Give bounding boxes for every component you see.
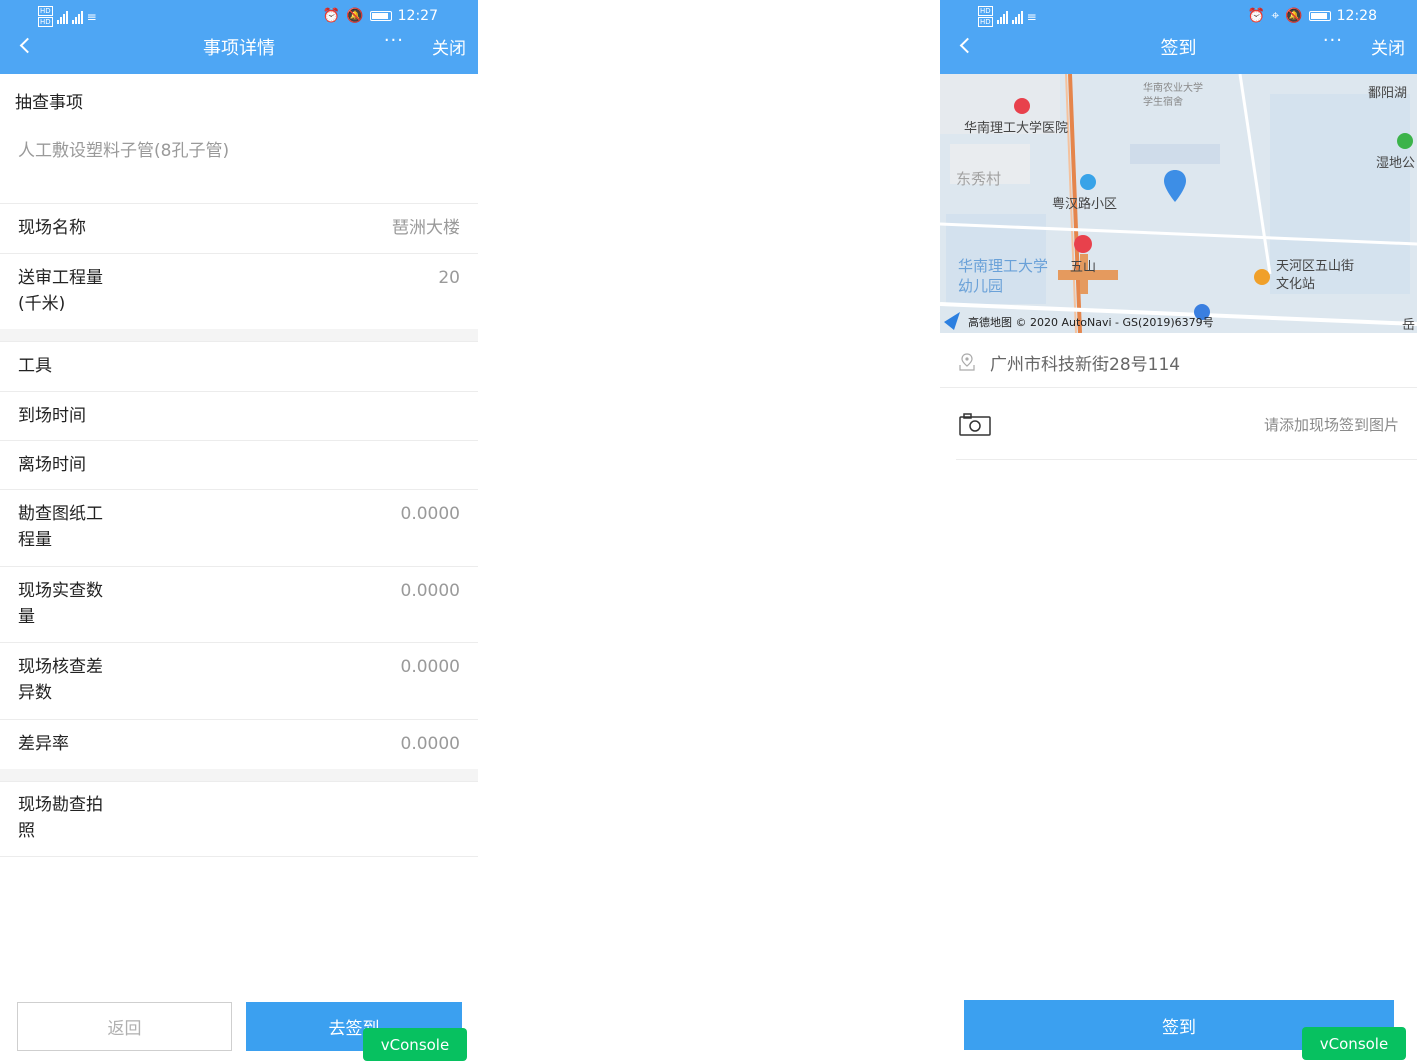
- field-value: 琶洲大楼: [392, 218, 460, 238]
- signal-indicators: HD HD ≡: [38, 6, 97, 27]
- field-value: 20: [438, 268, 460, 288]
- field-label: 工具: [18, 356, 52, 376]
- status-right: ⏰ ⌖ 🔕 12:28: [1248, 8, 1377, 24]
- section-title: 抽查事项: [15, 93, 83, 113]
- more-menu-button[interactable]: ···: [384, 30, 404, 51]
- field-label: 现场实查数量: [18, 581, 103, 627]
- wifi-icon: ≡: [1026, 9, 1037, 24]
- location-marker-icon: [959, 353, 975, 371]
- field-label: 现场核查差异数: [18, 657, 103, 703]
- field-row-tools[interactable]: 工具: [0, 341, 478, 391]
- map-label-community: 粤汉路小区: [1052, 197, 1118, 212]
- nav-bar: 事项详情 ··· 关闭: [0, 30, 478, 62]
- checkin-screen: HD HD ≡ ⏰ ⌖ 🔕 12:28 签到 ··· 关闭 华南理工大学医院 华…: [940, 0, 1417, 1061]
- alarm-icon: ⏰: [1247, 8, 1266, 24]
- map-label-hospital: 华南理工大学医院: [964, 121, 1069, 136]
- map-label-edge: 岳: [1402, 318, 1416, 333]
- mute-icon: 🔕: [1285, 8, 1303, 24]
- field-row-actual-quantity: 现场实查数量 0.0000: [0, 566, 478, 642]
- return-button[interactable]: 返回: [17, 1002, 232, 1051]
- map-label-wushan: 五山: [1070, 260, 1097, 275]
- map-label-kindergarten: 华南理工大学幼儿园: [958, 257, 1049, 295]
- header-bar: HD HD ≡ ⏰ ⌖ 🔕 12:28 签到 ··· 关闭: [940, 0, 1417, 74]
- status-time: 12:27: [397, 8, 438, 24]
- volte-icon: HD HD: [38, 6, 53, 27]
- location-pin-icon: [1164, 170, 1186, 202]
- signal-icon-2: [1011, 10, 1023, 24]
- address-row: 广州市科技新街28号114: [940, 334, 1417, 388]
- map-label-village: 东秀村: [956, 170, 1002, 188]
- status-right: ⏰ 🔕 12:27: [323, 8, 438, 24]
- field-row-site-name: 现场名称 琶洲大楼: [0, 203, 478, 253]
- page-title: 事项详情: [203, 38, 275, 59]
- field-row-drawing-quantity: 勘查图纸工程量 0.0000: [0, 489, 478, 566]
- status-bar: HD HD ≡ ⏰ ⌖ 🔕 12:28: [940, 4, 1417, 32]
- vconsole-button[interactable]: vConsole: [363, 1028, 467, 1061]
- field-label: 现场名称: [18, 218, 86, 238]
- page-title: 签到: [1160, 38, 1197, 59]
- map-label-wetland: 湿地公: [1376, 156, 1416, 171]
- field-label: 现场勘查拍照: [18, 795, 103, 841]
- signal-icon-2: [71, 10, 83, 24]
- alarm-icon: ⏰: [322, 8, 341, 24]
- field-row-difference-rate: 差异率 0.0000: [0, 719, 478, 769]
- signal-icon: [996, 10, 1008, 24]
- close-button[interactable]: 关闭: [432, 34, 466, 59]
- field-row-difference-count: 现场核查差异数 0.0000: [0, 642, 478, 719]
- location-map[interactable]: 华南理工大学医院 华南农业大学学生宿舍 东秀村 粤汉路小区 华南理工大学幼儿园 …: [940, 74, 1417, 333]
- signal-icon: [56, 10, 68, 24]
- battery-icon: [1308, 11, 1331, 21]
- photo-hint: 请添加现场签到图片: [1263, 416, 1399, 434]
- map-label-lake: 鄱阳湖: [1368, 86, 1408, 101]
- mute-icon: 🔕: [346, 8, 364, 24]
- field-label: 送审工程量(千米): [18, 268, 103, 314]
- signal-indicators: HD HD ≡: [978, 6, 1037, 27]
- event-detail-screen: HD HD ≡ ⏰ 🔕 12:27 事项详情 ··· 关闭 抽查事项 人工敷设塑料…: [0, 0, 478, 1061]
- header-bar: HD HD ≡ ⏰ 🔕 12:27 事项详情 ··· 关闭: [0, 0, 478, 74]
- map-copyright: 高德地图 © 2020 AutoNavi - GS(2019)6379号: [968, 316, 1214, 329]
- field-value: 0.0000: [400, 581, 460, 601]
- field-row-submitted-quantity: 送审工程量(千米) 20: [0, 253, 478, 329]
- map-label-dorm: 华南农业大学学生宿舍: [1143, 83, 1203, 108]
- photo-upload-row[interactable]: 请添加现场签到图片: [956, 390, 1417, 460]
- field-row-departure-time[interactable]: 离场时间: [0, 440, 478, 489]
- status-bar: HD HD ≡ ⏰ 🔕 12:27: [0, 4, 478, 32]
- more-menu-button[interactable]: ···: [1323, 30, 1343, 51]
- wifi-icon: ≡: [86, 9, 97, 24]
- address-text: 广州市科技新街28号114: [990, 355, 1181, 375]
- nav-bar: 签到 ··· 关闭: [940, 30, 1417, 62]
- close-button[interactable]: 关闭: [1371, 34, 1405, 59]
- field-label: 勘查图纸工程量: [18, 504, 103, 550]
- field-label: 差异率: [18, 734, 69, 754]
- volte-icon: HD HD: [978, 6, 993, 27]
- battery-icon: [369, 11, 392, 21]
- camera-icon[interactable]: [959, 412, 991, 436]
- field-value: 0.0000: [400, 657, 460, 677]
- section-value: 人工敷设塑料子管(8孔子管): [18, 141, 230, 161]
- field-row-arrival-time[interactable]: 到场时间: [0, 391, 478, 440]
- location-icon: ⌖: [1271, 8, 1280, 24]
- vconsole-button[interactable]: vConsole: [1302, 1027, 1406, 1060]
- field-label: 离场时间: [18, 455, 86, 475]
- field-value: 0.0000: [400, 734, 460, 754]
- section-divider: [0, 329, 478, 341]
- field-label: 到场时间: [18, 406, 86, 426]
- field-value: 0.0000: [400, 504, 460, 524]
- map-label-culture-station: 天河区五山街文化站: [1276, 259, 1355, 292]
- field-row-site-photos[interactable]: 现场勘查拍照: [0, 781, 478, 857]
- section-divider: [0, 769, 478, 781]
- status-time: 12:28: [1336, 8, 1377, 24]
